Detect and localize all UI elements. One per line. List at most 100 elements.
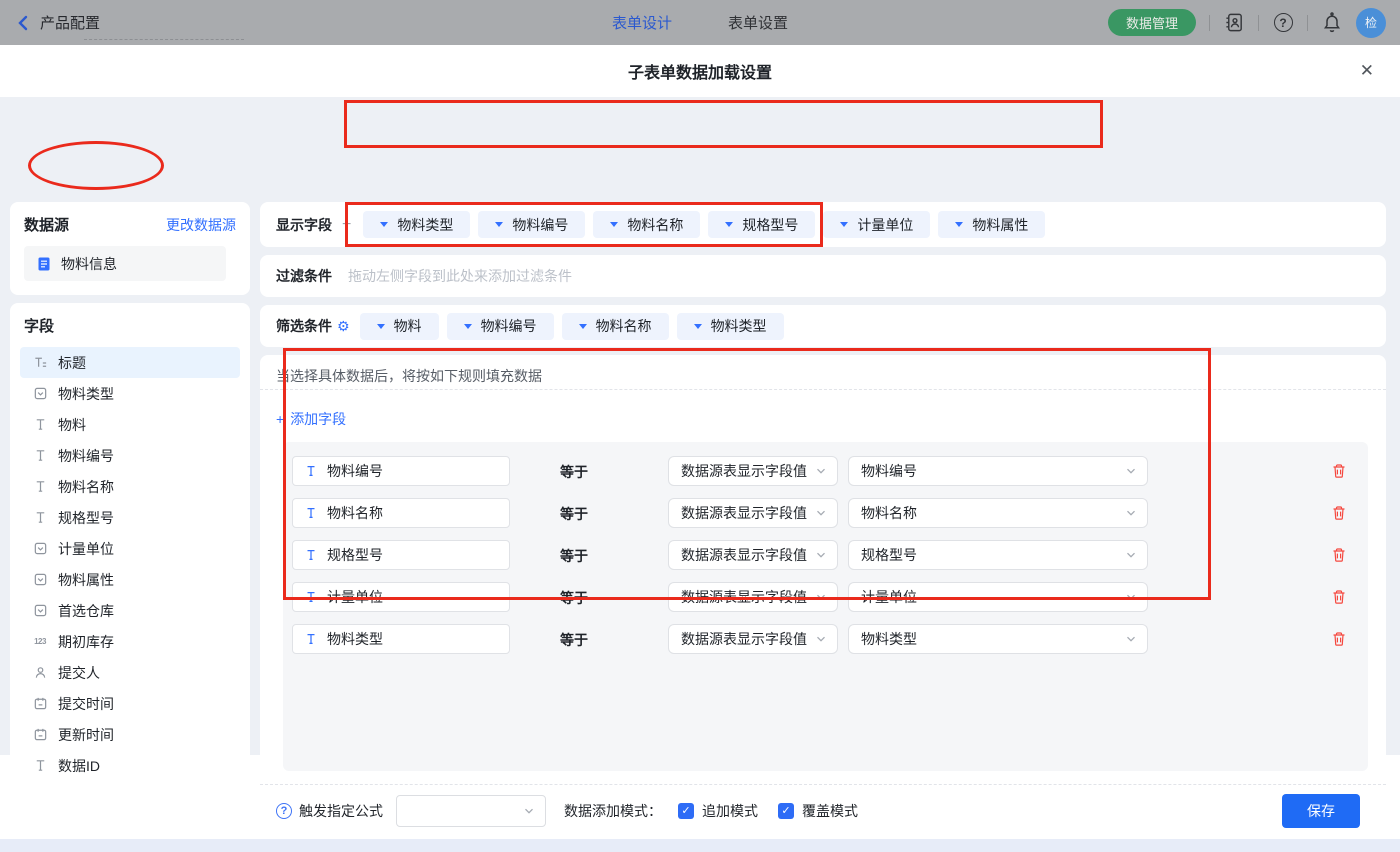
- select-field-icon: [32, 603, 48, 619]
- delete-rule-icon[interactable]: [1331, 463, 1347, 479]
- field-item-spec-model[interactable]: 规格型号: [20, 502, 240, 533]
- overwrite-mode-checkbox[interactable]: ✓: [778, 802, 794, 819]
- delete-rule-icon[interactable]: [1331, 631, 1347, 647]
- add-display-field-icon[interactable]: +: [342, 216, 351, 234]
- chevron-down-icon: [376, 323, 385, 329]
- field-item-label: 物料: [58, 416, 86, 433]
- rule-source-value: 数据源表显示字段值: [681, 505, 807, 521]
- change-datasource-link[interactable]: 更改数据源: [166, 215, 236, 235]
- rule-target-value: 物料类型: [861, 631, 917, 647]
- display-field-tag[interactable]: 规格型号: [708, 211, 816, 238]
- rule-field-label: 物料名称: [327, 505, 383, 521]
- chevron-down-icon: [1125, 591, 1137, 603]
- rule-target-select[interactable]: 物料编号: [848, 456, 1148, 486]
- display-field-tag[interactable]: 物料编号: [478, 211, 586, 238]
- user-avatar[interactable]: 检: [1356, 7, 1386, 38]
- select-field-icon: [32, 541, 48, 557]
- rule-source-select[interactable]: 数据源表显示字段值: [668, 456, 838, 486]
- delete-rule-icon[interactable]: [1331, 547, 1347, 563]
- chevron-down-icon: [1125, 633, 1137, 645]
- field-item-label: 期初库存: [58, 633, 114, 650]
- delete-rule-icon[interactable]: [1331, 589, 1347, 605]
- rule-source-select[interactable]: 数据源表显示字段值: [668, 498, 838, 528]
- screen-field-tag[interactable]: 物料: [359, 312, 439, 340]
- rule-field-box[interactable]: 物料类型: [292, 624, 510, 654]
- field-item-material-attr[interactable]: 物料属性: [20, 564, 240, 595]
- rule-field-box[interactable]: 物料名称: [292, 498, 510, 528]
- field-item-submitter[interactable]: 提交人: [20, 657, 240, 688]
- text-field-icon: [303, 589, 319, 605]
- rule-source-value: 数据源表显示字段值: [681, 631, 807, 647]
- rule-target-select[interactable]: 计量单位: [848, 582, 1148, 612]
- rule-source-select[interactable]: 数据源表显示字段值: [668, 540, 838, 570]
- filter-dropzone-placeholder[interactable]: 拖动左侧字段到此处来添加过滤条件: [348, 266, 572, 286]
- screen-field-tag[interactable]: 物料编号: [446, 312, 554, 340]
- field-item-opening-stock[interactable]: 123 期初库存: [20, 626, 240, 657]
- display-field-tag[interactable]: 计量单位: [823, 211, 931, 238]
- calendar-field-icon: [32, 696, 48, 712]
- field-item-update-time[interactable]: 更新时间: [20, 719, 240, 750]
- append-mode-label[interactable]: 追加模式: [702, 801, 758, 821]
- chevron-down-icon: [1125, 465, 1137, 477]
- modal-titlebar: 子表单数据加载设置 ✕: [0, 45, 1400, 97]
- field-item-material[interactable]: 物料: [20, 409, 240, 440]
- display-field-tag[interactable]: 物料类型: [363, 211, 471, 238]
- gear-icon[interactable]: ⚙: [337, 318, 350, 335]
- chevron-down-icon: [380, 222, 389, 227]
- divider: [1258, 14, 1259, 31]
- field-item-preferred-warehouse[interactable]: 首选仓库: [20, 595, 240, 626]
- text-field-icon: [32, 510, 48, 526]
- field-item-material-name[interactable]: 物料名称: [20, 471, 240, 502]
- append-mode-checkbox[interactable]: ✓: [678, 802, 694, 819]
- rule-field-box[interactable]: 规格型号: [292, 540, 510, 570]
- text-field-icon: [303, 505, 319, 521]
- filter-label: 过滤条件: [276, 268, 332, 284]
- equals-label: 等于: [560, 590, 588, 606]
- screen-field-tag[interactable]: 物料名称: [561, 312, 669, 340]
- delete-rule-icon[interactable]: [1331, 505, 1347, 521]
- help-icon[interactable]: ?: [1272, 12, 1294, 34]
- field-item-label: 物料名称: [58, 478, 114, 495]
- data-manage-button[interactable]: 数据管理: [1107, 9, 1196, 36]
- field-item-label: 数据ID: [58, 757, 100, 774]
- rule-target-select[interactable]: 物料名称: [848, 498, 1148, 528]
- save-button[interactable]: 保存: [1282, 793, 1360, 828]
- equals-label: 等于: [560, 548, 588, 564]
- field-item-label: 标题: [58, 354, 86, 371]
- display-field-tag[interactable]: 物料名称: [593, 211, 701, 238]
- overwrite-mode-label[interactable]: 覆盖模式: [802, 801, 858, 821]
- add-field-button[interactable]: + 添加字段: [276, 409, 346, 429]
- help-icon[interactable]: ?: [276, 802, 292, 819]
- field-item-unit[interactable]: 计量单位: [20, 533, 240, 564]
- rule-field-box[interactable]: 计量单位: [292, 582, 510, 612]
- data-add-mode-label: 数据添加模式：: [564, 802, 662, 819]
- field-item-submit-time[interactable]: 提交时间: [20, 688, 240, 719]
- rules-panel: 物料编号 等于 数据源表显示字段值 物料编号 物料名称 等于 数据源表显示字段值…: [283, 442, 1368, 771]
- field-item-title[interactable]: 标题: [20, 347, 240, 378]
- screen-field-tag[interactable]: 物料类型: [676, 312, 784, 340]
- datasource-item[interactable]: 物料信息: [24, 246, 226, 281]
- field-item-material-type[interactable]: 物料类型: [20, 378, 240, 409]
- divider: [1209, 14, 1210, 31]
- contact-book-icon[interactable]: [1223, 12, 1245, 34]
- rule-source-select[interactable]: 数据源表显示字段值: [668, 582, 838, 612]
- rule-field-label: 物料编号: [327, 463, 383, 479]
- plus-icon: +: [276, 411, 285, 427]
- rules-footer: ? 触发指定公式 数据添加模式： ✓ 追加模式 ✓ 覆盖模式 保存: [276, 784, 1360, 837]
- formula-select[interactable]: [396, 794, 546, 827]
- screen-label: 筛选条件: [276, 318, 332, 334]
- tab-form-settings[interactable]: 表单设置: [728, 12, 788, 33]
- rule-field-box[interactable]: 物料编号: [292, 456, 510, 486]
- display-field-tag[interactable]: 物料属性: [938, 211, 1046, 238]
- notification-bell-icon[interactable]: [1321, 12, 1343, 34]
- equals-label: 等于: [560, 464, 588, 480]
- person-field-icon: [32, 665, 48, 681]
- filter-card: 过滤条件 拖动左侧字段到此处来添加过滤条件: [260, 255, 1386, 297]
- close-icon[interactable]: ✕: [1360, 61, 1374, 81]
- rule-source-select[interactable]: 数据源表显示字段值: [668, 624, 838, 654]
- rule-row: 物料类型 等于 数据源表显示字段值 物料类型: [283, 624, 1368, 654]
- tab-form-design[interactable]: 表单设计: [612, 12, 672, 33]
- rule-target-select[interactable]: 物料类型: [848, 624, 1148, 654]
- field-item-material-code[interactable]: 物料编号: [20, 440, 240, 471]
- rule-target-select[interactable]: 规格型号: [848, 540, 1148, 570]
